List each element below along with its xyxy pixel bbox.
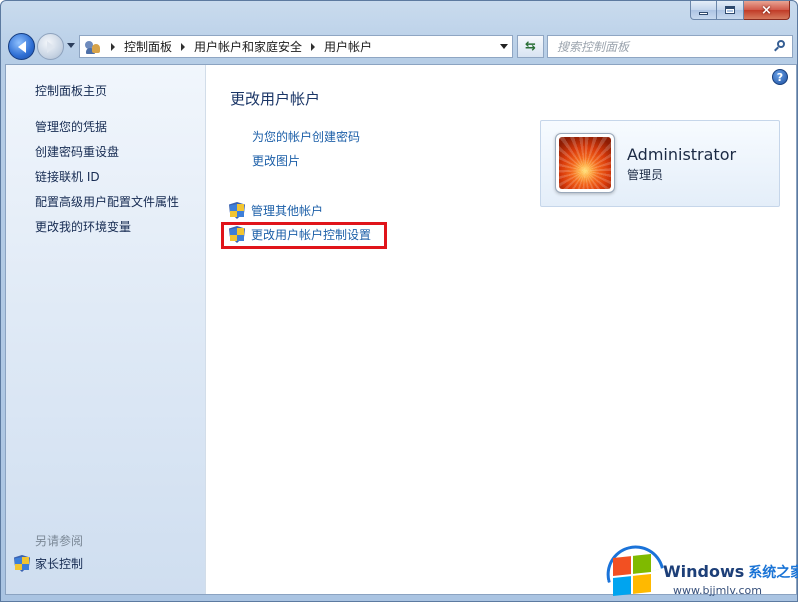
search-icon[interactable] <box>774 40 786 52</box>
parental-controls-label: 家长控制 <box>35 557 84 571</box>
breadcrumb-separator-icon[interactable] <box>111 42 115 51</box>
close-icon: × <box>761 2 772 18</box>
window-controls: × <box>690 1 790 21</box>
watermark-title: Windows 系统之家 <box>663 562 798 582</box>
main-panel: ? 更改用户帐户 为您的帐户创建密码 更改图片 管理其他帐户 更改用户帐户控制设… <box>207 65 796 594</box>
back-arrow-icon <box>17 40 26 53</box>
sidebar-item-create-password-reset-disk[interactable]: 创建密码重设盘 <box>35 143 119 160</box>
page-title: 更改用户帐户 <box>230 90 321 108</box>
users-icon <box>84 39 102 55</box>
close-button[interactable]: × <box>744 1 790 20</box>
maximize-icon <box>725 6 735 14</box>
sidebar-item-advanced-profile-properties[interactable]: 配置高级用户配置文件属性 <box>35 193 179 210</box>
watermark-title-cn: 系统之家 <box>748 565 798 581</box>
user-account-card: Administrator 管理员 <box>540 120 780 207</box>
recent-pages-dropdown-icon[interactable] <box>67 43 75 48</box>
breadcrumb-separator-icon[interactable] <box>311 42 316 51</box>
avatar <box>555 133 615 193</box>
uac-shield-icon <box>229 202 245 219</box>
watermark-title-en: Windows <box>663 562 745 581</box>
sidebar-item-environment-variables[interactable]: 更改我的环境变量 <box>35 218 131 235</box>
refresh-button[interactable]: ⇆ <box>517 35 544 58</box>
flower-picture <box>559 137 611 189</box>
change-picture-link[interactable]: 更改图片 <box>252 152 300 169</box>
manage-other-accounts-label: 管理其他帐户 <box>251 204 324 218</box>
address-dropdown-icon[interactable] <box>500 44 508 49</box>
breadcrumb-control-panel[interactable]: 控制面板 <box>124 38 172 55</box>
forward-arrow-icon <box>46 40 55 53</box>
breadcrumb-separator-icon[interactable] <box>181 42 186 51</box>
highlight-box <box>221 222 387 249</box>
watermark: Windows 系统之家 www.bjjmlv.com <box>600 539 798 602</box>
sidebar-item-control-panel-home[interactable]: 控制面板主页 <box>35 82 107 99</box>
user-name: Administrator <box>627 145 737 164</box>
sidebar: 控制面板主页 管理您的凭据 创建密码重设盘 链接联机 ID 配置高级用户配置文件… <box>6 65 206 594</box>
create-password-link[interactable]: 为您的帐户创建密码 <box>252 128 360 145</box>
content-frame: 控制面板主页 管理您的凭据 创建密码重设盘 链接联机 ID 配置高级用户配置文件… <box>5 64 797 595</box>
back-button[interactable] <box>8 33 35 60</box>
see-also-heading: 另请参阅 <box>35 534 84 548</box>
maximize-button[interactable] <box>717 1 744 20</box>
search-input[interactable]: 搜索控制面板 <box>557 38 629 55</box>
manage-other-accounts-link[interactable]: 管理其他帐户 <box>229 202 323 219</box>
uac-shield-icon <box>14 555 30 572</box>
watermark-url: www.bjjmlv.com <box>673 584 762 597</box>
breadcrumb-user-accounts[interactable]: 用户帐户 <box>324 38 372 55</box>
address-bar[interactable]: 控制面板 用户帐户和家庭安全 用户帐户 <box>79 35 513 58</box>
help-icon[interactable]: ? <box>772 69 788 85</box>
breadcrumb-user-accounts-family-safety[interactable]: 用户帐户和家庭安全 <box>194 38 302 55</box>
windows-logo-icon <box>611 550 653 598</box>
sidebar-item-link-online-id[interactable]: 链接联机 ID <box>35 168 100 185</box>
user-role: 管理员 <box>627 168 664 182</box>
forward-button[interactable] <box>37 33 64 60</box>
sidebar-item-manage-credentials[interactable]: 管理您的凭据 <box>35 118 107 135</box>
control-panel-window: × 控制面板 用户帐户和家庭安全 用户帐户 ⇆ 搜索控制面板 控制面板主页 管理… <box>0 0 798 602</box>
minimize-button[interactable] <box>690 1 717 20</box>
minimize-icon <box>699 11 708 15</box>
sidebar-item-parental-controls[interactable]: 家长控制 <box>14 555 83 572</box>
search-box[interactable]: 搜索控制面板 <box>547 35 793 58</box>
navigation-bar: 控制面板 用户帐户和家庭安全 用户帐户 ⇆ 搜索控制面板 <box>7 31 793 63</box>
refresh-icon: ⇆ <box>525 39 536 54</box>
